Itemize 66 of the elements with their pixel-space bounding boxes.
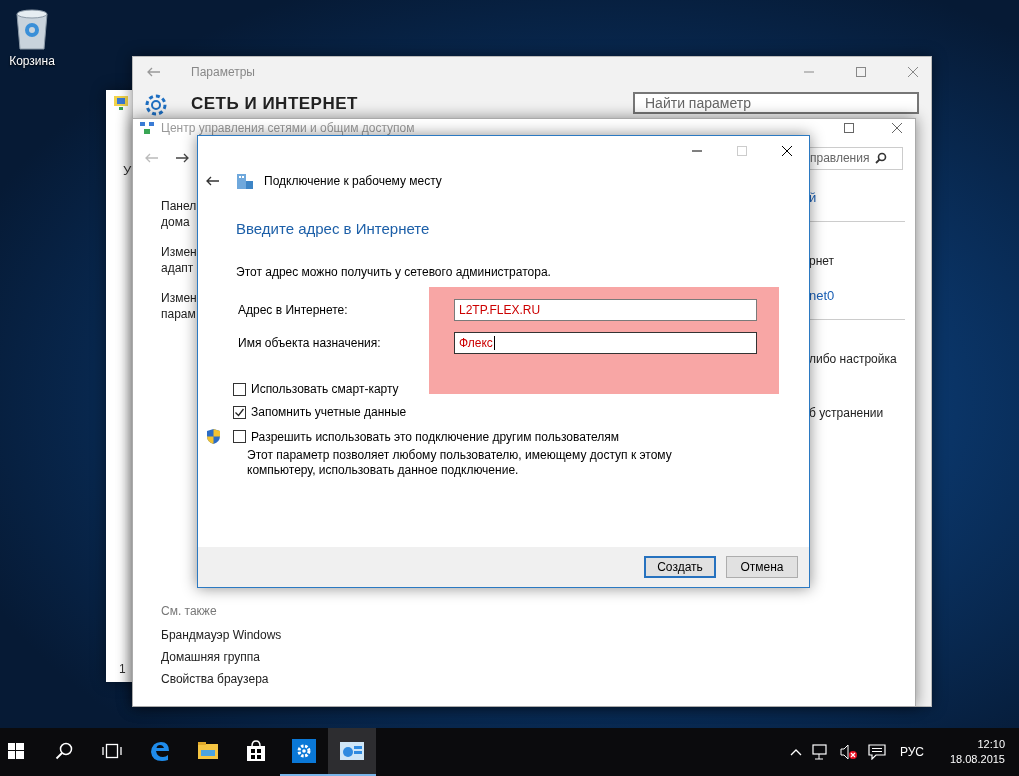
checkbox-label[interactable]: Разрешить использовать это подключение другим пользователям: [251, 429, 619, 444]
gear-icon: [143, 92, 169, 118]
maximize-icon[interactable]: [843, 122, 855, 134]
info-text: рнет: [809, 254, 835, 268]
clock-date[interactable]: 18.08.2015: [949, 752, 1005, 767]
forward-arrow-icon[interactable]: [175, 153, 189, 163]
task-link[interactable]: Измен: [161, 290, 197, 306]
info-text: либо настройка: [809, 352, 897, 366]
see-also-link[interactable]: Домашняя группа: [161, 650, 321, 664]
search-icon: [55, 742, 73, 760]
search-field[interactable]: Найти параметр: [633, 92, 919, 114]
input-field[interactable]: Флекс: [454, 332, 757, 354]
maximize-icon[interactable]: [855, 66, 867, 78]
building-icon: [236, 172, 254, 190]
checkbox[interactable]: [233, 382, 246, 396]
language-indicator[interactable]: РУС: [899, 745, 924, 759]
task-link[interactable]: Панел: [161, 198, 197, 214]
window-title: Центр управления сетями и общим доступом: [161, 121, 415, 135]
recycle-bin-icon[interactable]: [14, 8, 50, 50]
checkbox-label[interactable]: Использовать смарт-карту: [251, 382, 399, 396]
info-text: б устранении: [809, 406, 884, 420]
search-icon: [875, 152, 888, 164]
status-text: 1: [119, 662, 127, 676]
dialog-button[interactable]: Отмена: [726, 556, 798, 578]
input-field[interactable]: L2TP.FLEX.RU: [454, 299, 757, 321]
folder-icon: [197, 742, 219, 760]
chevron-up-icon[interactable]: [789, 748, 802, 756]
text-cursor: [493, 336, 495, 350]
window-title: Параметры: [191, 65, 255, 79]
notification-icon[interactable]: [867, 744, 886, 760]
network-link[interactable]: й: [809, 190, 817, 205]
network-icon[interactable]: [811, 744, 830, 760]
section-heading: См. также: [161, 604, 218, 618]
gear-icon: [292, 739, 316, 763]
clock-time[interactable]: 12:10: [977, 737, 1005, 752]
page-heading: СЕТЬ И ИНТЕРНЕТ: [191, 94, 358, 114]
task-link[interactable]: адапт: [161, 260, 194, 276]
hint-text: Этот адрес можно получить у сетевого администратора.: [236, 265, 552, 279]
taskbar-button[interactable]: [328, 728, 376, 776]
checkbox-label[interactable]: Запомнить учетные данные: [251, 405, 407, 419]
back-arrow-icon[interactable]: [206, 176, 220, 186]
description-text: Этот параметр позволяет любому пользователю, имеющему доступ к этому компьютеру, использовать данное подключение.: [247, 448, 673, 478]
field-label: Адрес в Интернете:: [237, 303, 349, 317]
browser-icon: [149, 740, 171, 762]
windows-logo-icon: [8, 743, 24, 759]
network-link[interactable]: net0: [809, 288, 835, 303]
task-view-icon: [102, 743, 122, 759]
task-link[interactable]: парам: [161, 306, 196, 322]
see-also-link[interactable]: Свойства браузера: [161, 672, 321, 686]
task-link[interactable]: Измен: [161, 244, 197, 260]
network-icon: [113, 95, 129, 111]
checkbox[interactable]: [233, 430, 246, 443]
close-icon[interactable]: [781, 145, 793, 157]
control-panel-icon: [339, 741, 365, 761]
network-icon: [139, 121, 155, 135]
field-label: Имя объекта назначения:: [237, 336, 382, 350]
task-link[interactable]: дома: [161, 214, 190, 230]
see-also-link[interactable]: Брандмауэр Windows: [161, 628, 321, 642]
step-heading: Введите адрес в Интернете: [236, 220, 431, 237]
checkbox[interactable]: [233, 405, 246, 419]
shopping-bag-icon: [246, 740, 266, 762]
dialog-button[interactable]: Создать: [644, 556, 716, 578]
dialog-title: Подключение к рабочему месту: [264, 174, 442, 188]
address-text: У: [123, 163, 132, 178]
speaker-muted-icon[interactable]: [839, 744, 858, 760]
desktop-icon-label[interactable]: Корзина: [9, 54, 55, 68]
